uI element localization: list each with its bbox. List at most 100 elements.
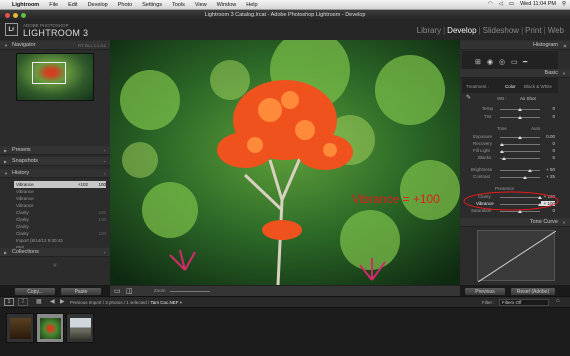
grid-view-icon[interactable]: ▦ — [36, 298, 42, 305]
exposure-slider-thumb[interactable] — [518, 136, 522, 139]
history-item[interactable]: Import (8/14/12 9:30:43 PM) — [14, 237, 106, 250]
before-after-icon[interactable]: ◫ — [126, 287, 133, 295]
module-web[interactable]: Web — [548, 26, 564, 35]
close-window-icon[interactable] — [5, 13, 10, 18]
wifi-icon[interactable]: ◠ — [488, 1, 493, 7]
menu-lightroom[interactable]: Lightroom — [12, 2, 39, 8]
temp-value[interactable]: 0 — [541, 106, 555, 111]
exposure-value[interactable]: 0.00 — [541, 134, 555, 139]
menu-help[interactable]: Help — [246, 2, 257, 8]
loupe-view-icon[interactable]: ▭ — [114, 287, 121, 295]
tone-curve-graph[interactable] — [477, 230, 557, 283]
menu-develop[interactable]: Develop — [88, 2, 108, 8]
battery-icon[interactable]: ▭ — [509, 1, 514, 7]
module-print[interactable]: Print — [525, 26, 541, 35]
forward-arrow-icon[interactable]: ▶ — [60, 298, 65, 305]
auto-tone-button[interactable]: Auto — [531, 126, 540, 131]
blacks-value[interactable]: 5 — [541, 155, 555, 160]
fill-light-slider-thumb[interactable] — [500, 150, 504, 153]
adjustment-brush-icon[interactable]: ━ — [523, 58, 527, 66]
paste-button[interactable]: Paste — [60, 287, 102, 296]
menu-settings[interactable]: Settings — [142, 2, 162, 8]
filmstrip-thumbnail[interactable] — [6, 313, 34, 343]
photo-canvas[interactable] — [110, 40, 460, 285]
fill-light-value[interactable]: 0 — [541, 148, 555, 153]
module-develop[interactable]: Develop — [447, 26, 476, 35]
filmstrip-source-breadcrumb[interactable]: Previous Import / 3 photos / 1 selected … — [70, 300, 182, 306]
white-balance-picker-icon[interactable]: ✎ — [466, 94, 471, 101]
add-collection-icon[interactable]: + — [104, 248, 106, 257]
menu-view[interactable]: View — [195, 2, 207, 8]
menu-tools[interactable]: Tools — [172, 2, 185, 8]
spot-removal-icon[interactable]: ◉ — [487, 58, 493, 66]
menu-photo[interactable]: Photo — [118, 2, 132, 8]
fill-light-slider[interactable] — [500, 151, 540, 152]
clear-history-icon[interactable]: × — [104, 169, 106, 178]
history-item[interactable]: Clarity — [14, 223, 106, 230]
temp-slider-thumb[interactable] — [518, 108, 522, 111]
history-item[interactable]: Clarity 100 — [14, 216, 106, 223]
navigator-view-frame[interactable] — [32, 62, 66, 84]
tint-slider-thumb[interactable] — [518, 116, 522, 119]
volume-icon[interactable]: ◁ — [499, 1, 503, 7]
treatment-bw-option[interactable]: Black & White — [524, 84, 552, 89]
filter-lock-icon[interactable]: ⌂ — [556, 298, 560, 304]
presets-header[interactable]: ▶ Presets + — [0, 146, 110, 155]
zoom-slider[interactable] — [170, 291, 210, 292]
add-snapshot-icon[interactable]: + — [104, 157, 106, 166]
collections-header[interactable]: ▶ Collections + — [0, 248, 110, 257]
history-item[interactable]: Vibrance — [14, 188, 106, 195]
recovery-value[interactable]: 0 — [541, 141, 555, 146]
crop-tool-icon[interactable]: ⊞ — [475, 58, 481, 66]
navigator-header[interactable]: ▼ Navigator FIT FILL 1:1 3:1 — [0, 41, 110, 50]
contrast-slider-thumb[interactable] — [523, 176, 527, 179]
breadcrumb-dropdown-icon[interactable]: ▾ — [180, 300, 182, 305]
snapshots-header[interactable]: ▶ Snapshots + — [0, 157, 110, 166]
page-1-button[interactable]: 1 — [4, 298, 14, 306]
basic-header[interactable]: Basic ▼ — [460, 69, 570, 78]
presets-title: Presets — [12, 147, 31, 153]
vibrance-highlight-ellipse — [463, 191, 559, 211]
history-item[interactable]: Vibrance +102 100 — [14, 181, 106, 188]
page-2-button[interactable]: 2 — [18, 298, 28, 306]
wb-select[interactable]: As Shot — [520, 96, 536, 101]
menu-file[interactable]: File — [49, 2, 58, 8]
treatment-color-option[interactable]: Color — [505, 84, 516, 89]
tint-value[interactable]: 0 — [541, 114, 555, 119]
history-item[interactable]: Clarity 100 — [14, 230, 106, 237]
history-item[interactable]: Clarity 100 — [14, 209, 106, 216]
zoom-window-icon[interactable] — [21, 13, 26, 18]
add-preset-icon[interactable]: + — [104, 146, 106, 155]
brightness-value[interactable]: + 50 — [541, 167, 555, 172]
copy-button[interactable]: Copy... — [14, 287, 56, 296]
tone-curve-header[interactable]: Tone Curve ▼ — [460, 218, 570, 227]
filmstrip-thumbnail-selected[interactable] — [36, 313, 64, 343]
history-item[interactable]: Vibrance — [14, 195, 106, 202]
spotlight-search-icon[interactable]: ⚲ — [562, 1, 566, 7]
recovery-slider-thumb[interactable] — [500, 143, 504, 146]
navigator-zoom-options[interactable]: FIT FILL 1:1 3:1 — [78, 41, 106, 50]
back-arrow-icon[interactable]: ◀ — [50, 298, 55, 305]
histogram-header[interactable]: Histogram ◀ — [460, 41, 570, 50]
previous-button[interactable]: Previous — [464, 287, 506, 296]
menu-edit[interactable]: Edit — [68, 2, 77, 8]
graduated-filter-icon[interactable]: ▭ — [511, 58, 518, 66]
brightness-slider[interactable] — [500, 170, 540, 171]
module-library[interactable]: Library — [417, 26, 441, 35]
blacks-slider[interactable] — [500, 158, 540, 159]
brightness-slider-thumb[interactable] — [528, 169, 532, 172]
blacks-slider-thumb[interactable] — [502, 157, 506, 160]
filmstrip-thumbnail[interactable] — [66, 313, 94, 343]
history-item[interactable]: Vibrance — [14, 202, 106, 209]
reset-button[interactable]: Reset (Adobe) — [510, 287, 556, 296]
filter-select[interactable]: Filters Off — [499, 299, 549, 306]
menubar-clock[interactable]: Wed 11:04 PM — [520, 1, 556, 7]
contrast-slider[interactable] — [500, 177, 540, 178]
red-eye-icon[interactable]: ◎ — [499, 58, 505, 66]
history-header[interactable]: ▼ History × — [0, 169, 110, 178]
menu-window[interactable]: Window — [217, 2, 237, 8]
module-slideshow[interactable]: Slideshow — [483, 26, 519, 35]
recovery-slider[interactable] — [500, 144, 540, 145]
contrast-value[interactable]: + 25 — [541, 174, 555, 179]
minimize-window-icon[interactable] — [13, 13, 18, 18]
